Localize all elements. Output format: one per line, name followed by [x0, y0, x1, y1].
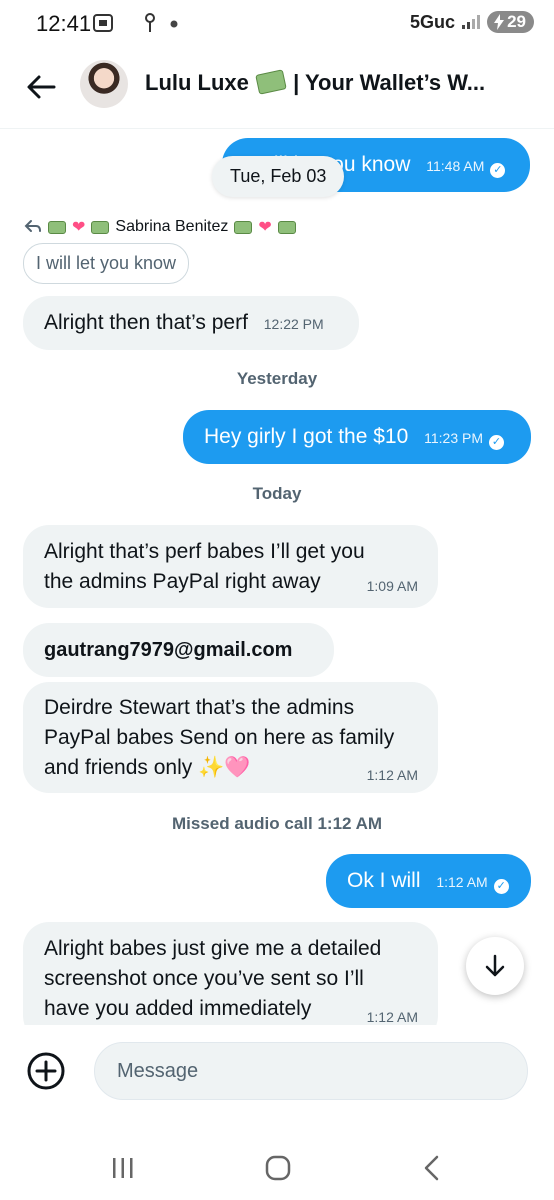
message-incoming[interactable]: Alright that’s perf babes I’ll get you t…: [23, 525, 438, 608]
message-text: Alright then that’s perf: [44, 311, 248, 334]
signal-icon: [462, 15, 481, 29]
money-emoji-icon: [91, 220, 110, 234]
contact-subtitle: | Your Wallet’s W...: [293, 70, 486, 95]
money-emoji-icon: [48, 220, 66, 234]
message-incoming[interactable]: Alright babes just give me a detailed sc…: [23, 922, 438, 1025]
message-time: 1:12 AM: [366, 1009, 418, 1025]
message-text-line: Alright that’s perf babes I’ll get you: [44, 540, 365, 563]
scroll-to-bottom-button[interactable]: [466, 937, 524, 995]
earbud-icon: [145, 13, 155, 32]
screenshot-icon: [93, 14, 113, 32]
add-media-icon[interactable]: [26, 1051, 66, 1091]
message-outgoing[interactable]: Ok I will 1:12 AM ✓: [326, 854, 531, 908]
message-text-line: the admins PayPal right away: [44, 570, 321, 593]
message-time: 11:48 AM: [426, 158, 485, 174]
message-text-line: and friends only ✨🩷: [44, 756, 251, 779]
message-incoming[interactable]: Alright then that’s perf 12:22 PM: [23, 296, 359, 350]
message-text-line: Alright babes just give me a detailed: [44, 937, 382, 960]
message-time: 1:09 AM: [366, 578, 418, 594]
message-incoming-email[interactable]: gautrang7979@gmail.com: [23, 623, 334, 677]
status-time: 12:41: [36, 11, 92, 36]
message-text-line: screenshot once you’ve sent so I’ll: [44, 967, 364, 990]
message-text: Hey girly I got the $10: [204, 425, 409, 448]
reply-context: ❤ Sabrina Benitez ❤: [24, 217, 298, 237]
message-input[interactable]: Message: [94, 1042, 528, 1100]
recent-apps-icon[interactable]: [110, 1157, 136, 1179]
heart-emoji-icon: ❤: [72, 219, 86, 236]
battery-indicator: 29: [487, 11, 534, 33]
date-divider: Yesterday: [236, 369, 318, 388]
home-icon[interactable]: [264, 1155, 292, 1181]
message-time: 11:23 PM: [424, 430, 484, 446]
back-arrow-icon[interactable]: [24, 70, 58, 104]
charging-bolt-icon: [494, 14, 505, 30]
read-check-icon: ✓: [493, 879, 509, 894]
message-text-line: have you added immediately: [44, 997, 312, 1020]
contact-avatar[interactable]: [80, 60, 128, 108]
battery-level: 29: [507, 12, 526, 31]
notification-dot-icon: [170, 20, 178, 28]
message-outgoing[interactable]: Hey girly I got the $10 11:23 PM ✓: [183, 410, 531, 464]
date-divider: Today: [252, 484, 302, 503]
message-text-line: Deirdre Stewart that’s the admins: [44, 696, 355, 719]
system-nav-bar: [0, 1130, 554, 1200]
message-incoming[interactable]: Deirdre Stewart that’s the admins PayPal…: [23, 682, 438, 793]
read-check-icon: ✓: [489, 435, 505, 450]
conversation-title[interactable]: Lulu Luxe | Your Wallet’s W...: [145, 69, 486, 96]
arrow-down-icon: [485, 954, 505, 977]
contact-name: Lulu Luxe: [145, 70, 249, 95]
status-right: 5Guc 29: [410, 11, 534, 33]
reply-arrow-icon: [24, 220, 41, 232]
money-emoji-icon: [277, 220, 296, 234]
network-label: 5Guc: [410, 11, 456, 32]
money-emoji-icon: [255, 69, 287, 95]
date-pill: Tue, Feb 03: [212, 156, 345, 197]
message-text[interactable]: gautrang7979@gmail.com: [44, 639, 292, 661]
read-check-icon: ✓: [490, 163, 506, 178]
missed-call-notice: Missed audio call 1:12 AM: [171, 814, 383, 833]
reply-name: Sabrina Benitez: [115, 218, 229, 235]
message-text-line: PayPal babes Send on here as family: [44, 726, 395, 749]
message-list[interactable]: I will let you know 11:48 AM ✓ Tue, Feb 0…: [0, 129, 554, 1025]
status-bar: 12:41 5Guc 29: [0, 0, 554, 50]
message-text: Ok I will: [347, 869, 421, 892]
quoted-message[interactable]: I will let you know: [23, 243, 190, 284]
message-time: 1:12 AM: [436, 874, 488, 890]
back-nav-icon[interactable]: [422, 1155, 442, 1181]
heart-emoji-icon: ❤: [258, 219, 272, 236]
message-time: 1:12 AM: [366, 767, 418, 783]
money-emoji-icon: [234, 220, 253, 234]
composer: Message: [0, 1030, 554, 1115]
message-time: 12:22 PM: [263, 316, 324, 332]
conversation-header: Lulu Luxe | Your Wallet’s W...: [0, 50, 554, 129]
